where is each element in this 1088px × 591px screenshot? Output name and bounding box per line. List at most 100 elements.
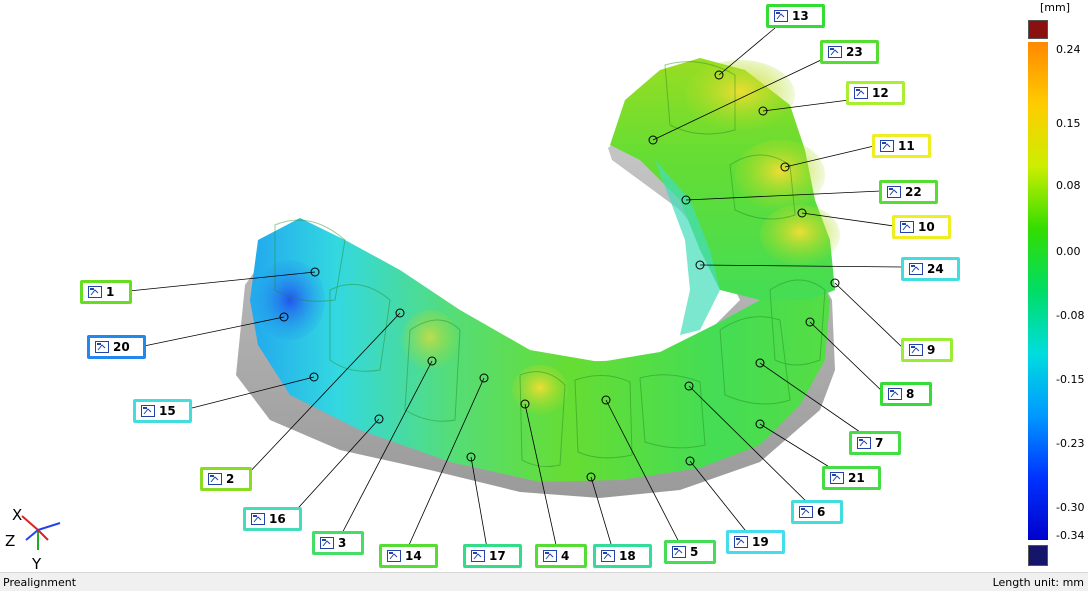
pin-icon — [88, 286, 102, 298]
pin-icon — [799, 506, 813, 518]
callout-label: 1 — [106, 285, 115, 299]
callout-label: 3 — [338, 536, 347, 550]
callout-label: 5 — [690, 545, 699, 559]
callout-label: 24 — [927, 262, 944, 276]
pin-icon — [857, 437, 871, 449]
callout-label: 17 — [489, 549, 506, 563]
callout-23[interactable]: 23 — [820, 40, 879, 64]
callout-label: 13 — [792, 9, 809, 23]
callout-label: 19 — [752, 535, 769, 549]
pin-icon — [141, 405, 155, 417]
x-axis-neg-line — [37, 529, 49, 541]
pin-icon — [909, 263, 923, 275]
callout-2[interactable]: 2 — [200, 467, 252, 491]
status-length-unit: Length unit: mm — [992, 576, 1084, 589]
occlusal-zone — [735, 140, 825, 210]
pin-icon — [601, 550, 615, 562]
3d-viewport[interactable]: 1 2 3 4 5 6 7 8 9 10 11 12 13 14 15 16 1… — [0, 0, 1088, 572]
axis-z-label: Z — [5, 532, 15, 550]
pin-icon — [251, 513, 265, 525]
callout-9[interactable]: 9 — [901, 338, 953, 362]
callout-3[interactable]: 3 — [312, 531, 364, 555]
pin-icon — [828, 46, 842, 58]
axis-triad: X Z Y — [5, 506, 61, 572]
callout-label: 9 — [927, 343, 936, 357]
callout-label: 7 — [875, 436, 884, 450]
callout-label: 20 — [113, 340, 130, 354]
callout-24[interactable]: 24 — [901, 257, 960, 281]
callout-19[interactable]: 19 — [726, 530, 785, 554]
occlusal-zone — [685, 60, 795, 130]
callout-label: 2 — [226, 472, 235, 486]
callout-11[interactable]: 11 — [872, 134, 931, 158]
callout-16[interactable]: 16 — [243, 507, 302, 531]
callout-4[interactable]: 4 — [535, 544, 587, 568]
pin-icon — [830, 472, 844, 484]
legend-tick: -0.23 — [1056, 437, 1085, 450]
legend-tick: -0.08 — [1056, 309, 1085, 322]
callout-17[interactable]: 17 — [463, 544, 522, 568]
axis-x-label: X — [12, 506, 22, 524]
pin-icon — [887, 186, 901, 198]
pin-icon — [320, 537, 334, 549]
callout-8[interactable]: 8 — [880, 382, 932, 406]
pin-icon — [471, 550, 485, 562]
legend-tick: -0.30 — [1056, 501, 1085, 514]
status-bar: Prealignment Length unit: mm — [0, 572, 1088, 591]
callout-5[interactable]: 5 — [664, 540, 716, 564]
callout-6[interactable]: 6 — [791, 500, 843, 524]
pin-icon — [909, 344, 923, 356]
pin-icon — [208, 473, 222, 485]
occlusal-zone — [760, 205, 840, 265]
callout-20[interactable]: 20 — [87, 335, 146, 359]
callout-13[interactable]: 13 — [766, 4, 825, 28]
occlusal-zone — [402, 310, 458, 370]
legend-below-swatch — [1028, 545, 1048, 566]
z-axis-neg-line — [25, 529, 39, 541]
callout-label: 12 — [872, 86, 889, 100]
callout-label: 18 — [619, 549, 636, 563]
callout-label: 21 — [848, 471, 865, 485]
callout-21[interactable]: 21 — [822, 466, 881, 490]
callout-label: 11 — [898, 139, 915, 153]
callout-label: 4 — [561, 549, 570, 563]
pin-icon — [543, 550, 557, 562]
axis-y-label: Y — [31, 555, 42, 572]
legend-tick: -0.15 — [1056, 373, 1085, 386]
pin-icon — [734, 536, 748, 548]
callout-12[interactable]: 12 — [846, 81, 905, 105]
callout-10[interactable]: 10 — [892, 215, 951, 239]
callout-14[interactable]: 14 — [379, 544, 438, 568]
x-axis-line — [21, 515, 39, 531]
callout-label: 14 — [405, 549, 422, 563]
callout-label: 8 — [906, 387, 915, 401]
callout-label: 22 — [905, 185, 922, 199]
pin-icon — [774, 10, 788, 22]
callout-label: 16 — [269, 512, 286, 526]
status-mode: Prealignment — [3, 576, 77, 589]
legend-tick: 0.24 — [1056, 43, 1081, 56]
z-axis-line — [37, 522, 61, 531]
callout-22[interactable]: 22 — [879, 180, 938, 204]
callout-label: 23 — [846, 45, 863, 59]
callout-18[interactable]: 18 — [593, 544, 652, 568]
deviation-model[interactable] — [0, 0, 1088, 572]
legend-tick: 0.08 — [1056, 179, 1081, 192]
callout-label: 10 — [918, 220, 935, 234]
legend-above-swatch — [1028, 20, 1048, 39]
pin-icon — [672, 546, 686, 558]
callout-15[interactable]: 15 — [133, 399, 192, 423]
pin-icon — [900, 221, 914, 233]
pin-icon — [880, 140, 894, 152]
legend-tick: 0.15 — [1056, 117, 1081, 130]
callout-7[interactable]: 7 — [849, 431, 901, 455]
pin-icon — [95, 341, 109, 353]
pin-icon — [387, 550, 401, 562]
legend-tick: -0.34 — [1056, 529, 1085, 542]
legend-unit: [mm] — [1040, 1, 1071, 14]
callout-label: 6 — [817, 505, 826, 519]
legend-tick: 0.00 — [1056, 245, 1081, 258]
legend-colorbar — [1028, 42, 1048, 540]
pin-icon — [888, 388, 902, 400]
callout-1[interactable]: 1 — [80, 280, 132, 304]
